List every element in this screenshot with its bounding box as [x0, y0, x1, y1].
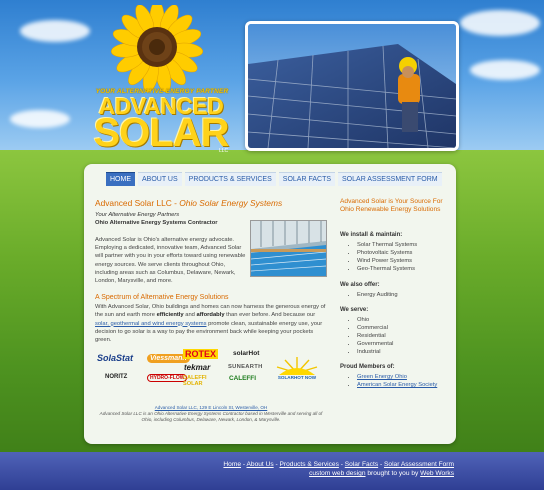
subtitle-tagline: Your Alternative Energy Partners: [95, 212, 180, 218]
nav-solar-assessment-form[interactable]: SOLAR ASSESSMENT FORM: [338, 172, 442, 186]
partner-logo-rotex: ROTEX: [183, 349, 219, 359]
partner-logo-solarhot: solarHot: [233, 350, 260, 357]
partner-logo-caleffi-solar: CALEFFI SOLAR: [183, 375, 207, 387]
list-item: Industrial: [357, 348, 393, 356]
cloud: [20, 20, 90, 42]
logo-solar-text: SOLAR: [93, 111, 230, 155]
web-works-link[interactable]: Web Works: [420, 470, 454, 477]
install-list: Solar Thermal Systems Photovoltaic Syste…: [350, 241, 417, 273]
members-list: Green Energy Ohio American Solar Energy …: [350, 373, 437, 389]
list-item: Commercial: [357, 324, 393, 332]
member-item: American Solar Energy Society: [357, 381, 437, 389]
footer-credit-text: brought to you by: [365, 470, 421, 477]
page-title-main: Advanced Solar LLC -: [95, 198, 180, 208]
partner-logo-caleffi: CALEFFI: [229, 375, 256, 382]
list-item: Energy Auditing: [357, 291, 398, 299]
indoor-pool-photo: [250, 220, 327, 277]
list-item: Governmental: [357, 340, 393, 348]
main-nav: HOME ABOUT US PRODUCTS & SERVICES SOLAR …: [106, 172, 442, 186]
section-heading-spectrum: A Spectrum of Alternative Energy Solutio…: [95, 294, 229, 301]
member-link-green-energy-ohio[interactable]: Green Energy Ohio: [357, 374, 407, 380]
member-link-american-solar-energy-society[interactable]: American Solar Energy Society: [357, 382, 437, 388]
partner-logo-sunearth: SUNEARTH: [228, 364, 263, 370]
footer: [0, 452, 544, 490]
page-title-emphasis: Ohio Solar Energy Systems: [179, 198, 283, 208]
partner-logos: SolaStat Viessmann ROTEX solarHot tekmar…: [95, 345, 327, 390]
footer-link-about-us[interactable]: About Us: [247, 461, 274, 468]
footer-link-solar-facts[interactable]: Solar Facts: [345, 461, 378, 468]
cloud: [470, 60, 540, 80]
custom-web-design-link[interactable]: custom web design: [309, 470, 365, 477]
list-item: Solar Thermal Systems: [357, 241, 417, 249]
para-bold-efficiently: efficiently: [156, 312, 184, 319]
sunflower-logo-icon: [110, 5, 204, 93]
systems-link[interactable]: solar, geothermal and wind energy system…: [95, 321, 207, 327]
list-item: Photovoltaic Systems: [357, 249, 417, 257]
footer-link-home[interactable]: Home: [223, 461, 241, 468]
cloud: [10, 110, 70, 128]
footer-link-products-services[interactable]: Products & Services: [280, 461, 339, 468]
cloud: [460, 10, 540, 36]
subtitle-contractor: Ohio Alternative Energy Systems Contract…: [95, 220, 218, 226]
page-title: Advanced Solar LLC - Ohio Solar Energy S…: [95, 198, 282, 208]
address-link[interactable]: Advanced Solar LLC, 129 E Lincoln St, We…: [95, 405, 327, 410]
intro-paragraph: Advanced Solar is Ohio's alternative ene…: [95, 237, 246, 285]
serve-heading: We serve:: [340, 307, 369, 313]
offer-list: Energy Auditing: [350, 291, 398, 299]
partner-logo-solastat: SolaStat: [97, 353, 134, 363]
install-heading: We install & maintain:: [340, 232, 403, 238]
nav-about-us[interactable]: ABOUT US: [138, 172, 182, 186]
members-heading: Proud Members of:: [340, 364, 395, 370]
footer-credit: custom web design brought to you by Web …: [309, 470, 454, 477]
list-item: Residential: [357, 332, 393, 340]
partner-logo-noritz: NORITZ: [105, 374, 128, 380]
offer-heading: We also offer:: [340, 282, 380, 288]
partner-logo-tekmar: tekmar: [184, 363, 211, 372]
footer-link-solar-assessment-form[interactable]: Solar Assessment Form: [384, 461, 454, 468]
list-item: Ohio: [357, 316, 393, 324]
partner-logo-solarhotnow: SOLARHOT NOW: [271, 355, 323, 383]
logo-llc-text: LLC: [219, 148, 229, 154]
hero-solar-installer-photo: [245, 21, 459, 151]
partner-logo-hydroflow: HYDRO-FLOW: [147, 374, 188, 382]
nav-home[interactable]: HOME: [106, 172, 135, 186]
spectrum-paragraph: With Advanced Solar, Ohio buildings and …: [95, 303, 327, 344]
para-text: than ever before. And because our: [224, 312, 316, 319]
list-item: Geo-Thermal Systems: [357, 265, 417, 273]
footer-nav: Home - About Us - Products & Services - …: [223, 461, 454, 468]
nav-solar-facts[interactable]: SOLAR FACTS: [278, 172, 336, 186]
sidebar-title: Advanced Solar is Your Source For Ohio R…: [340, 198, 443, 213]
list-item: Wind Power Systems: [357, 257, 417, 265]
para-bold-affordably: affordably: [196, 312, 225, 319]
company-description: Advanced Solar LLC is an Ohio Alternativ…: [99, 411, 323, 422]
nav-products-services[interactable]: PRODUCTS & SERVICES: [184, 172, 276, 186]
member-item: Green Energy Ohio: [357, 373, 437, 381]
para-text: and: [183, 312, 197, 319]
serve-list: Ohio Commercial Residential Governmental…: [350, 316, 393, 356]
solarhotnow-text: SOLARHOT NOW: [277, 375, 317, 380]
